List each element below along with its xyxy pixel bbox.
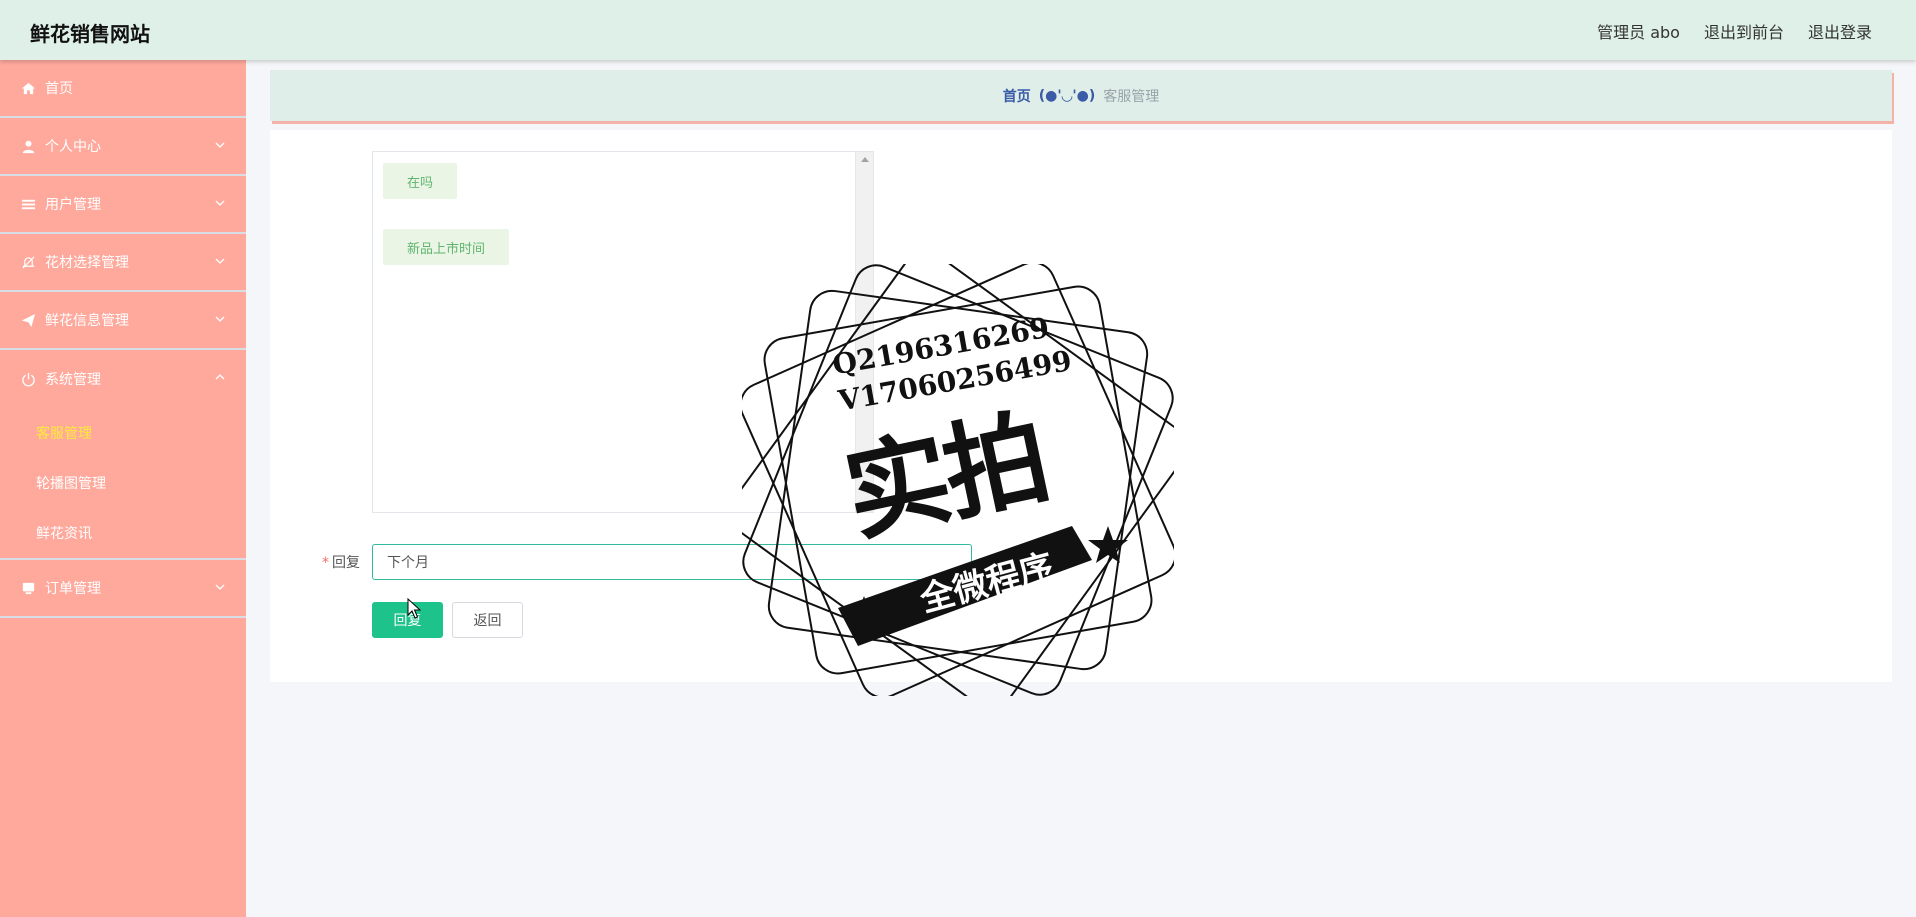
sidebar-item-label: 花材选择管理 — [45, 255, 129, 271]
sidebar-item-label: 鲜花信息管理 — [45, 313, 129, 329]
sidebar-item-label: 个人中心 — [45, 139, 101, 155]
sidebar-item-personal-center[interactable]: 个人中心 — [0, 118, 246, 176]
breadcrumb-separator: (●'◡'●) — [1038, 87, 1096, 104]
back-button[interactable]: 返回 — [452, 602, 523, 638]
breadcrumb-current: 客服管理 — [1103, 88, 1160, 105]
chevron-down-icon — [215, 200, 225, 206]
user-icon — [20, 138, 36, 154]
chevron-up-icon — [215, 374, 225, 380]
sidebar-subitem-flower-news[interactable]: 鲜花资讯 — [0, 508, 246, 558]
power-icon — [20, 371, 36, 387]
breadcrumb-home-link[interactable]: 首页 — [1003, 86, 1031, 106]
sidebar-item-system-management[interactable]: 系统管理 — [0, 350, 246, 408]
admin-user-label: 管理员 abo — [1597, 23, 1680, 42]
chevron-down-icon — [215, 584, 225, 590]
sidebar-subitem-customer-service[interactable]: 客服管理 — [0, 408, 246, 458]
header-links: 管理员 abo 退出到前台 退出登录 — [1597, 19, 1872, 43]
bell-off-icon — [20, 254, 36, 270]
reply-label: * 回复 — [322, 552, 360, 572]
sidebar-item-label: 订单管理 — [45, 581, 101, 597]
sidebar-item-order-management[interactable]: 订单管理 — [0, 560, 246, 618]
logout-link[interactable]: 退出登录 — [1808, 19, 1872, 43]
top-header: 鲜花销售网站 管理员 abo 退出到前台 退出登录 — [0, 0, 1916, 60]
chat-message: 在吗 — [383, 163, 458, 199]
sidebar-item-label: 系统管理 — [45, 372, 101, 388]
sidebar-item-flower-info[interactable]: 鲜花信息管理 — [0, 292, 246, 350]
required-mark: * — [322, 555, 329, 571]
home-icon — [20, 80, 36, 96]
sidebar-item-flower-material[interactable]: 花材选择管理 — [0, 234, 246, 292]
chat-message: 新品上市时间 — [383, 229, 510, 265]
monitor-icon — [20, 580, 36, 596]
sidebar-item-user-management[interactable]: 用户管理 — [0, 176, 246, 234]
watermark-stamp: Q2196316269 V17060256499 实拍 全微程序 — [742, 264, 1174, 696]
chevron-down-icon — [215, 316, 225, 322]
sidebar-item-home[interactable]: 首页 — [0, 60, 246, 118]
sidebar: 首页 个人中心 用户管理 花材选择管理 鲜花信息管理 系统管理 客服管理 轮播图… — [0, 60, 246, 917]
site-title: 鲜花销售网站 — [30, 22, 150, 46]
breadcrumb: 首页 (●'◡'●) 客服管理 — [270, 70, 1892, 121]
sidebar-item-label: 用户管理 — [45, 197, 101, 213]
reply-label-text: 回复 — [332, 555, 360, 571]
send-icon — [20, 312, 36, 328]
chevron-down-icon — [215, 142, 225, 148]
back-to-frontend-link[interactable]: 退出到前台 — [1704, 19, 1784, 43]
mouse-pointer-icon — [407, 598, 421, 619]
system-submenu: 客服管理 轮播图管理 鲜花资讯 — [0, 408, 246, 560]
sidebar-item-label: 首页 — [45, 81, 73, 97]
chevron-down-icon — [215, 258, 225, 264]
scroll-up-arrow-icon[interactable] — [861, 157, 869, 162]
list-icon — [20, 196, 36, 212]
sidebar-subitem-carousel[interactable]: 轮播图管理 — [0, 458, 246, 508]
